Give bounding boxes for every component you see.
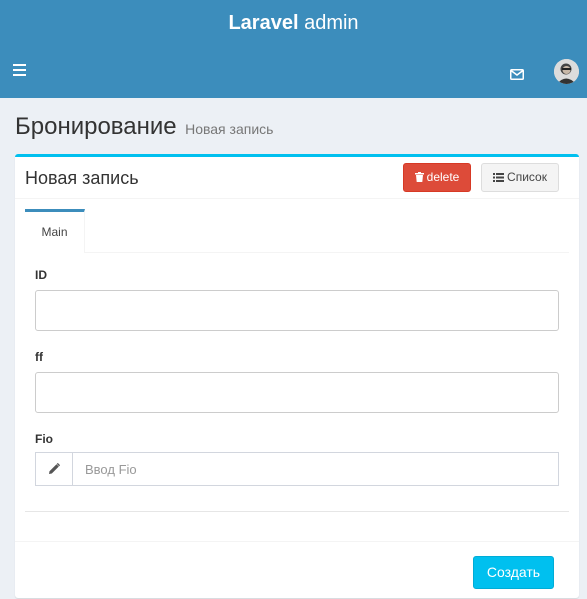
logo[interactable]: Laravel admin bbox=[0, 0, 587, 46]
list-button[interactable]: Список bbox=[481, 163, 559, 192]
box-header: Новая запись delete Список bbox=[15, 157, 579, 199]
list-label: Список bbox=[507, 170, 547, 184]
hamburger-icon[interactable] bbox=[13, 64, 27, 76]
envelope-icon[interactable] bbox=[510, 67, 524, 80]
id-field[interactable] bbox=[35, 290, 559, 331]
tab-bar: Main bbox=[25, 209, 569, 253]
create-button[interactable]: Создать bbox=[473, 556, 554, 589]
page-title: Бронирование bbox=[15, 113, 177, 140]
ff-field[interactable] bbox=[35, 372, 559, 413]
fio-input[interactable] bbox=[74, 453, 558, 485]
tab-main[interactable]: Main bbox=[25, 209, 85, 253]
fio-label: Fio bbox=[35, 432, 53, 446]
id-label: ID bbox=[35, 268, 47, 282]
box-title: Новая запись bbox=[25, 168, 139, 188]
user-avatar[interactable] bbox=[554, 59, 579, 84]
logo-bold-text: Laravel bbox=[228, 12, 299, 34]
list-icon bbox=[493, 173, 505, 182]
form-divider bbox=[25, 511, 569, 512]
delete-button[interactable]: delete bbox=[403, 163, 471, 192]
logo-light-text: admin bbox=[298, 12, 359, 34]
pencil-icon bbox=[36, 453, 73, 485]
trash-icon bbox=[414, 172, 424, 182]
content-header: Бронирование Новая запись bbox=[15, 113, 273, 141]
page-subtitle: Новая запись bbox=[185, 121, 274, 137]
box-footer: Создать bbox=[15, 541, 579, 599]
delete-label: delete bbox=[426, 170, 460, 184]
form-box: Новая запись delete Список Main ID ff Fi… bbox=[15, 154, 579, 598]
fio-input-group bbox=[35, 452, 559, 486]
main-header: Laravel admin bbox=[0, 0, 587, 98]
ff-label: ff bbox=[35, 350, 43, 364]
